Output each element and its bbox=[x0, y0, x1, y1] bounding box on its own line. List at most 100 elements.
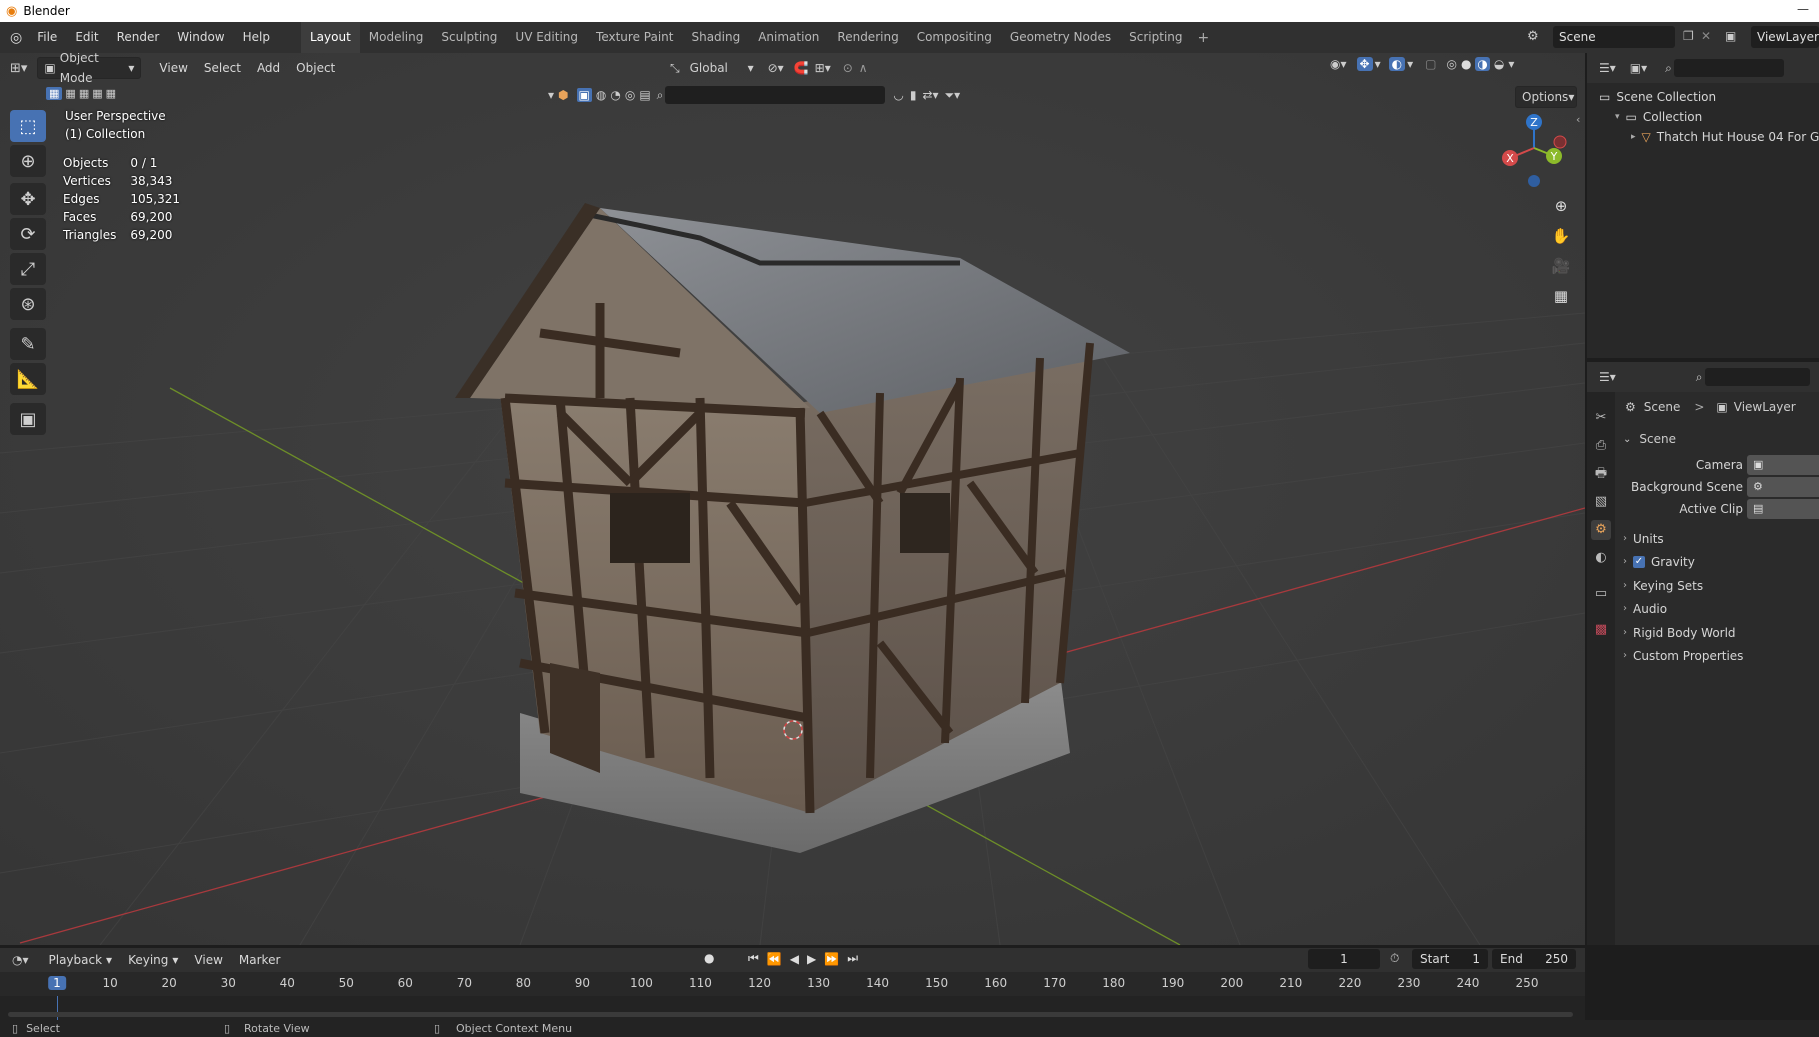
rotate-tool[interactable]: ⟳ bbox=[10, 218, 46, 250]
falloff-icon[interactable]: ∧ bbox=[859, 61, 868, 75]
blender-menu-icon[interactable]: ◎ bbox=[10, 30, 22, 46]
new-scene-icon[interactable]: ❐ bbox=[1683, 29, 1694, 43]
jump-start-icon[interactable]: ⏮ bbox=[748, 951, 759, 966]
wireframe-shading-icon[interactable]: ◎ bbox=[1446, 57, 1456, 71]
chevron-down-icon[interactable]: ▾ bbox=[1407, 57, 1413, 71]
record-icon[interactable]: ● bbox=[704, 951, 714, 965]
panel-custom-properties[interactable]: › Custom Properties bbox=[1623, 645, 1819, 667]
scene-panel-header[interactable]: ⌄ Scene bbox=[1623, 428, 1819, 450]
panel-units[interactable]: › Units bbox=[1623, 528, 1819, 550]
scene-icon[interactable]: ⚙ bbox=[1527, 29, 1539, 44]
tab-layout[interactable]: Layout bbox=[300, 22, 360, 53]
neg-x-handle[interactable] bbox=[1553, 135, 1567, 149]
viewport-search-input[interactable] bbox=[665, 86, 886, 104]
transform-tool[interactable]: ⊛ bbox=[10, 288, 46, 320]
bookmark-icon[interactable]: ▮ bbox=[910, 88, 917, 102]
panel-audio[interactable]: › Audio bbox=[1623, 598, 1819, 620]
menu-file[interactable]: File bbox=[28, 22, 66, 53]
output-tab-icon[interactable]: 🖶 bbox=[1591, 464, 1611, 484]
pan-hand-icon[interactable]: ✋ bbox=[1548, 223, 1574, 249]
measure-tool[interactable]: 📐 bbox=[10, 363, 46, 395]
end-frame-field[interactable]: End 250 bbox=[1492, 949, 1576, 969]
outliner-row[interactable]: ▾ ▭ Collection bbox=[1587, 107, 1819, 127]
viewport-menu-object[interactable]: Object bbox=[288, 61, 343, 75]
cursor-tool[interactable]: ⊕ bbox=[10, 145, 46, 177]
visibility-icon[interactable]: ◉▾ bbox=[1330, 57, 1347, 71]
panel-gravity[interactable]: › ✓ Gravity bbox=[1623, 551, 1819, 573]
properties-editor-icon[interactable]: ☰▾ bbox=[1599, 370, 1616, 384]
filter-mesh-icon[interactable]: ▣ bbox=[576, 88, 592, 102]
add-cube-tool[interactable]: ▣ bbox=[10, 403, 46, 435]
viewlayer-icon[interactable]: ▣ bbox=[1725, 29, 1736, 43]
select-box-tool[interactable]: ⬚ bbox=[10, 110, 46, 142]
viewport-menu-view[interactable]: View bbox=[151, 61, 195, 75]
select-subtract-icon[interactable]: ▦ bbox=[79, 87, 89, 100]
jump-end-icon[interactable]: ⏭ bbox=[847, 951, 858, 966]
transform-orientation-dropdown[interactable]: Global ▾ bbox=[684, 57, 760, 79]
prop-field-camera[interactable]: ▣ bbox=[1747, 455, 1819, 475]
filter-sphere-icon[interactable]: ◍ bbox=[596, 88, 606, 102]
rendered-shading-icon[interactable]: ◒ bbox=[1494, 57, 1504, 71]
preview-range-icon[interactable]: ⏱ bbox=[1390, 951, 1399, 966]
viewport-menu-select[interactable]: Select bbox=[196, 61, 249, 75]
zoom-icon[interactable]: ⊕ bbox=[1548, 193, 1574, 219]
filter-world-icon[interactable]: ◎ bbox=[625, 88, 635, 102]
tool-tab-icon[interactable]: ✂ bbox=[1591, 408, 1611, 428]
tab-sculpting[interactable]: Sculpting bbox=[432, 22, 506, 53]
tab-uv-editing[interactable]: UV Editing bbox=[506, 22, 587, 53]
move-tool[interactable]: ✥ bbox=[10, 183, 46, 215]
menu-help[interactable]: Help bbox=[234, 22, 279, 53]
panel-keying-sets[interactable]: › Keying Sets bbox=[1623, 575, 1819, 597]
chevron-down-icon[interactable]: ▾ bbox=[1375, 57, 1381, 71]
timeline-menu-view[interactable]: View bbox=[186, 953, 230, 967]
start-frame-field[interactable]: Start 1 bbox=[1412, 949, 1488, 969]
menu-window[interactable]: Window bbox=[168, 22, 233, 53]
scale-tool[interactable]: ⤢ bbox=[10, 253, 46, 285]
scene-selector[interactable]: Scene bbox=[1553, 26, 1675, 48]
filter-dropdown-icon[interactable]: ◡ bbox=[893, 88, 903, 102]
view-layer-tab-icon[interactable]: ▧ bbox=[1591, 492, 1611, 512]
viewlayer-selector[interactable]: ViewLayer bbox=[1751, 26, 1819, 48]
prev-keyframe-icon[interactable]: ⏪ bbox=[767, 952, 782, 966]
outliner-row[interactable]: ▭ Scene Collection bbox=[1587, 87, 1819, 107]
prop-field-background-scene[interactable]: ⚙ bbox=[1747, 477, 1819, 497]
select-intersect-icon[interactable]: ▦ bbox=[106, 87, 116, 100]
viewport-menu-add[interactable]: Add bbox=[249, 61, 288, 75]
display-mode-icon[interactable]: ▣▾ bbox=[1630, 61, 1647, 75]
filter-light-icon[interactable]: ◔ bbox=[610, 88, 620, 102]
panel-rigid-body-world[interactable]: › Rigid Body World bbox=[1623, 622, 1819, 644]
collection-tab-icon[interactable]: ▭ bbox=[1591, 584, 1611, 604]
chevron-down-icon[interactable]: ▾ bbox=[1508, 57, 1514, 71]
outliner-editor-icon[interactable]: ☰▾ bbox=[1599, 61, 1616, 75]
snap-icon[interactable]: 🧲 bbox=[794, 61, 809, 75]
timeline-scrollbar[interactable] bbox=[8, 1012, 1573, 1017]
timeline-menu-keying[interactable]: Keying ▾ bbox=[120, 953, 186, 967]
tab-rendering[interactable]: Rendering bbox=[828, 22, 907, 53]
menu-render[interactable]: Render bbox=[108, 22, 169, 53]
xray-icon[interactable]: ▢ bbox=[1425, 57, 1436, 71]
timeline-track-area[interactable] bbox=[0, 996, 1585, 1020]
tab-geometry-nodes[interactable]: Geometry Nodes bbox=[1001, 22, 1120, 53]
next-keyframe-icon[interactable]: ⏩ bbox=[824, 952, 839, 966]
texture-tab-icon[interactable]: ▩ bbox=[1591, 620, 1611, 640]
expanded-arrow-icon[interactable]: ▾ bbox=[1615, 107, 1620, 127]
sort-icon[interactable]: ⇄▾ bbox=[922, 88, 938, 102]
funnel-icon[interactable]: ⏷▾ bbox=[945, 88, 961, 103]
annotate-tool[interactable]: ✎ bbox=[10, 328, 46, 360]
tab-modeling[interactable]: Modeling bbox=[360, 22, 433, 53]
collapsed-arrow-icon[interactable]: ▸ bbox=[1631, 127, 1636, 147]
timeline-menu-marker[interactable]: Marker bbox=[231, 953, 288, 967]
tab-texture-paint[interactable]: Texture Paint bbox=[587, 22, 682, 53]
material-shading-icon[interactable]: ◑ bbox=[1475, 57, 1490, 71]
scene-tab-icon[interactable]: ⚙ bbox=[1591, 520, 1611, 540]
current-frame-field[interactable]: 1 bbox=[1308, 949, 1380, 969]
overlay-toggle-icon[interactable]: ◐ bbox=[1388, 57, 1406, 71]
editor-type-icon[interactable]: ⊞▾ bbox=[10, 61, 27, 76]
tab-animation[interactable]: Animation bbox=[749, 22, 828, 53]
house-model[interactable] bbox=[455, 203, 1130, 853]
object-mode-dropdown[interactable]: ▣ Object Mode ▾ bbox=[37, 53, 142, 85]
snap-target-icon[interactable]: ⊞▾ bbox=[815, 61, 831, 75]
sidebar-toggle-icon[interactable]: ‹ bbox=[1576, 113, 1580, 126]
timeline-menu-playback[interactable]: Playback ▾ bbox=[41, 953, 121, 967]
world-tab-icon[interactable]: ◐ bbox=[1591, 548, 1611, 568]
